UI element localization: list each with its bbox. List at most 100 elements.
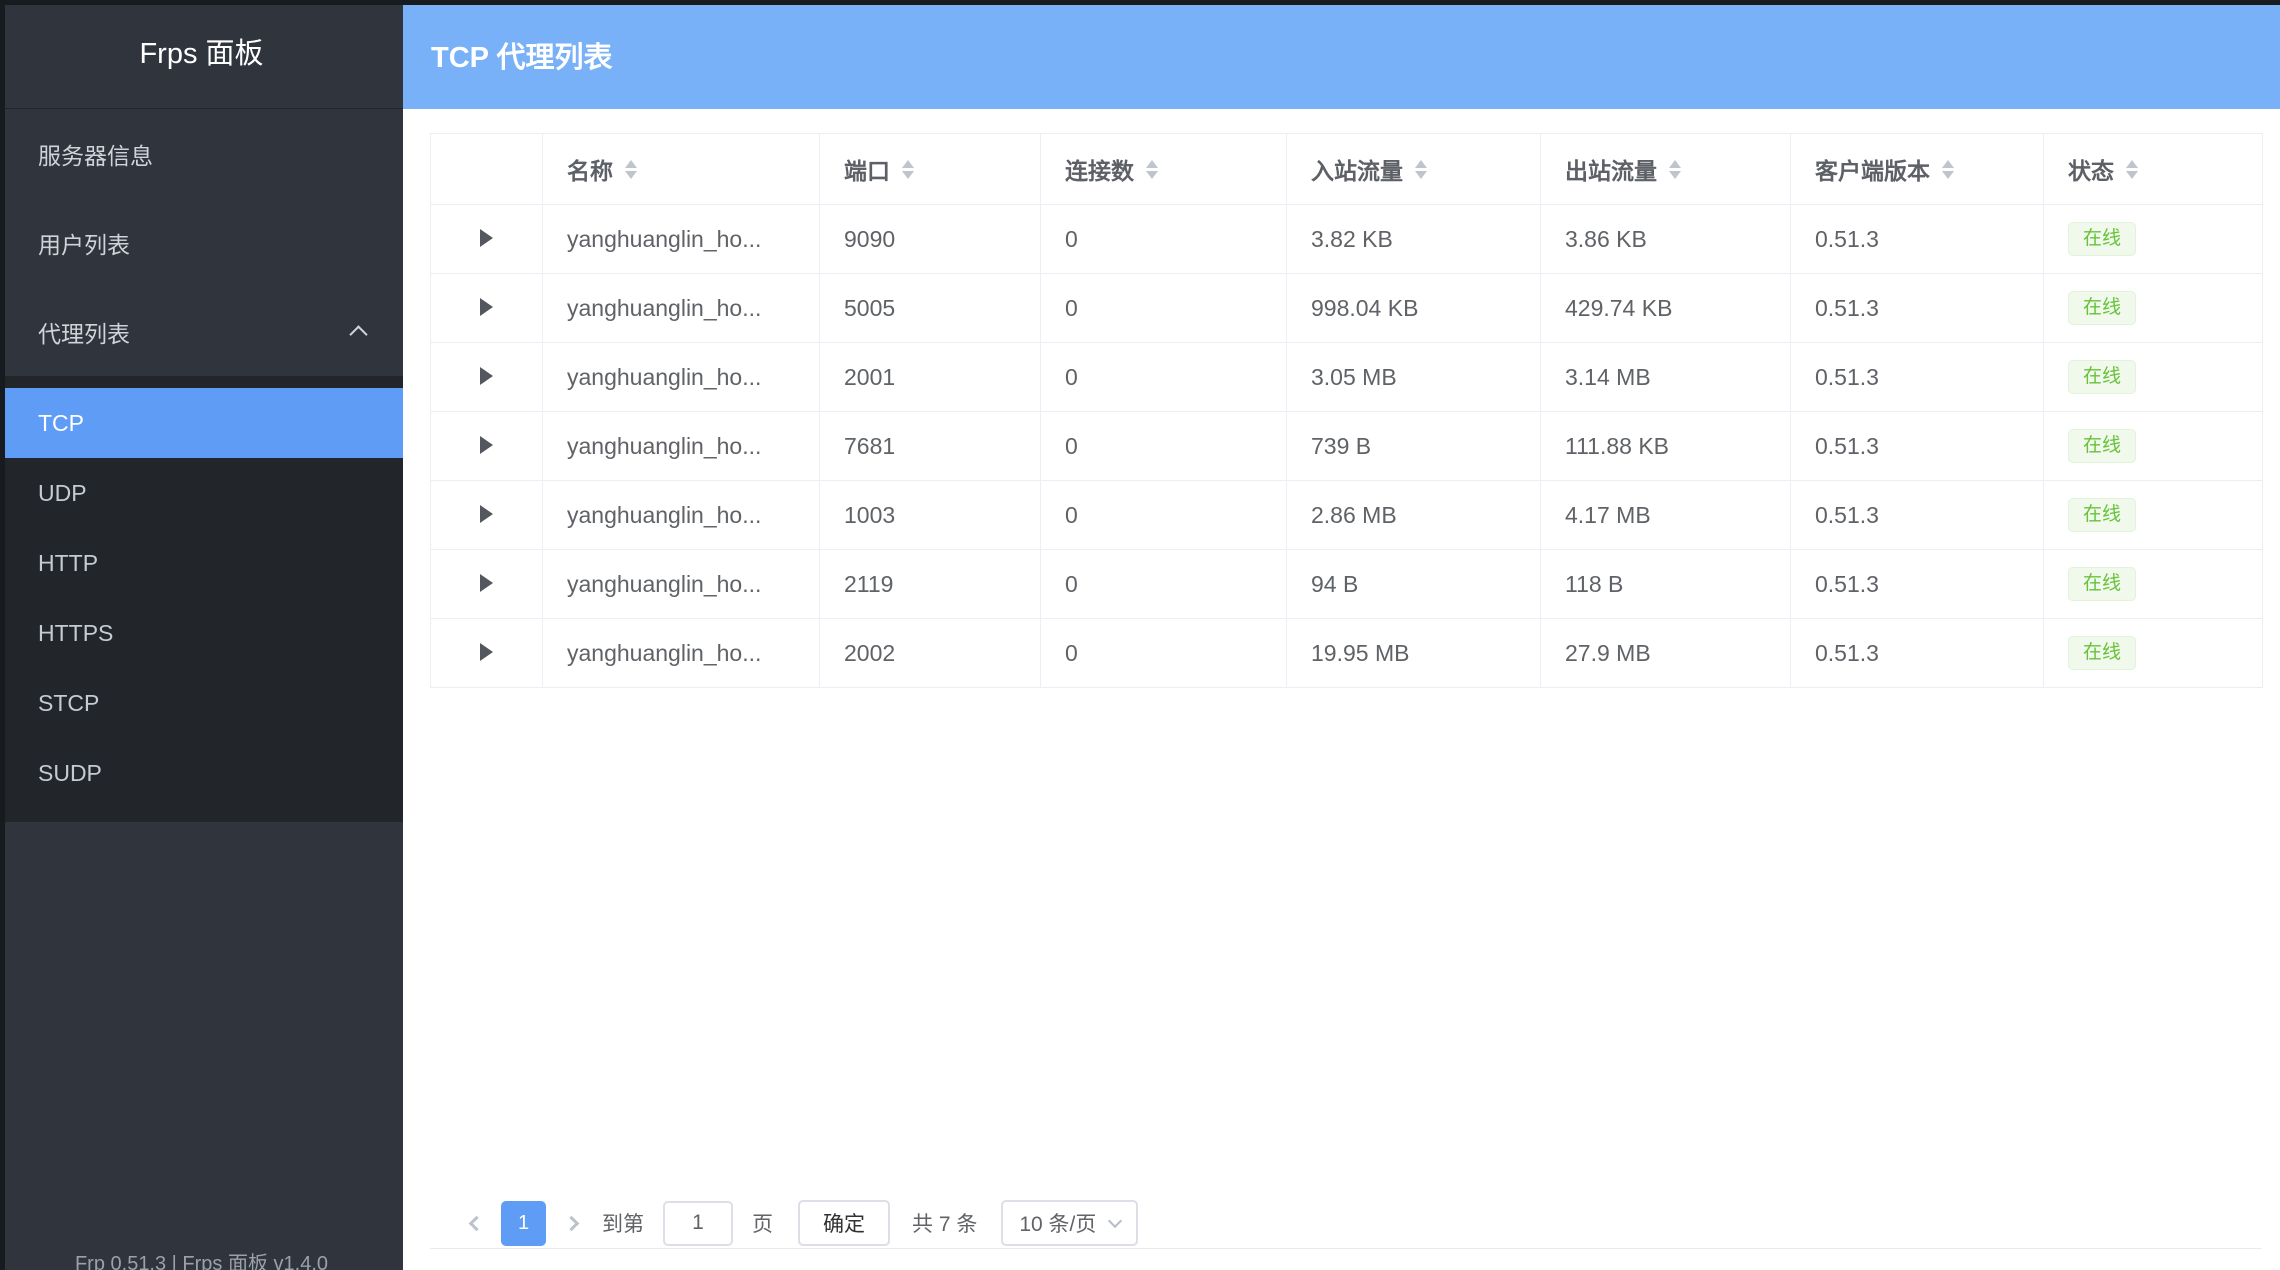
column-header-label: 状态 [2068, 152, 2114, 186]
cell-name: yanghuanglin_ho... [543, 343, 820, 412]
cell-traffic-in: 2.86 MB [1287, 481, 1541, 550]
sort-control[interactable] [1669, 160, 1681, 179]
cell-traffic-in: 3.82 KB [1287, 205, 1541, 274]
cell-traffic-in: 739 B [1287, 412, 1541, 481]
status-badge: 在线 [2068, 222, 2136, 256]
sort-caret-down-icon[interactable] [1146, 171, 1158, 179]
prev-page-button[interactable] [455, 1200, 497, 1246]
sort-caret-up-icon[interactable] [1415, 160, 1427, 168]
sort-caret-up-icon[interactable] [625, 160, 637, 168]
sort-caret-up-icon[interactable] [1942, 160, 1954, 168]
cell-traffic-in: 3.05 MB [1287, 343, 1541, 412]
column-header-port[interactable]: 端口 [820, 134, 1041, 205]
sidebar-item-stcp[interactable]: STCP [0, 668, 403, 738]
sidebar: Frps 面板 服务器信息 用户列表 代理列表 TCP UDP HTTP HTT… [0, 0, 403, 1270]
column-header-traffic-out[interactable]: 出站流量 [1541, 134, 1791, 205]
table-row: yanghuanglin_ho... 9090 0 3.82 KB 3.86 K… [431, 205, 2263, 274]
sidebar-item-proxy-list[interactable]: 代理列表 [0, 287, 403, 376]
sort-caret-down-icon[interactable] [1669, 171, 1681, 179]
cell-port: 2001 [820, 343, 1041, 412]
column-header-label: 名称 [567, 152, 613, 186]
sort-control[interactable] [1146, 160, 1158, 179]
sort-control[interactable] [902, 160, 914, 179]
sort-caret-up-icon[interactable] [902, 160, 914, 168]
cell-port: 7681 [820, 412, 1041, 481]
sort-control[interactable] [1942, 160, 1954, 179]
cell-traffic-out: 3.14 MB [1541, 343, 1791, 412]
sort-control[interactable] [2126, 160, 2138, 179]
sidebar-item-https[interactable]: HTTPS [0, 598, 403, 668]
cell-status: 在线 [2044, 412, 2263, 481]
table-row: yanghuanglin_ho... 7681 0 739 B 111.88 K… [431, 412, 2263, 481]
column-header-client-version[interactable]: 客户端版本 [1791, 134, 2044, 205]
table-row: yanghuanglin_ho... 5005 0 998.04 KB 429.… [431, 274, 2263, 343]
cell-client-version: 0.51.3 [1791, 550, 2044, 619]
cell-status: 在线 [2044, 205, 2263, 274]
sort-caret-down-icon[interactable] [625, 171, 637, 179]
column-header-status[interactable]: 状态 [2044, 134, 2263, 205]
page-jump-input[interactable] [663, 1201, 733, 1246]
page-size-value: 10 条/页 [1019, 1208, 1096, 1238]
table-row: yanghuanglin_ho... 2002 0 19.95 MB 27.9 … [431, 619, 2263, 688]
status-badge: 在线 [2068, 567, 2136, 601]
next-page-button[interactable] [550, 1200, 592, 1246]
expand-row-icon[interactable] [480, 367, 493, 385]
cell-name: yanghuanglin_ho... [543, 619, 820, 688]
cell-traffic-out: 429.74 KB [1541, 274, 1791, 343]
column-header-name[interactable]: 名称 [543, 134, 820, 205]
cell-name: yanghuanglin_ho... [543, 550, 820, 619]
proxy-submenu: TCP UDP HTTP HTTPS STCP SUDP [0, 376, 403, 822]
sort-control[interactable] [1415, 160, 1427, 179]
sort-caret-up-icon[interactable] [2126, 160, 2138, 168]
expand-row-icon[interactable] [480, 436, 493, 454]
cell-traffic-out: 111.88 KB [1541, 412, 1791, 481]
expand-row-icon[interactable] [480, 298, 493, 316]
sort-caret-down-icon[interactable] [1942, 171, 1954, 179]
sort-caret-down-icon[interactable] [902, 171, 914, 179]
chevron-down-icon [1108, 1213, 1122, 1227]
cell-status: 在线 [2044, 274, 2263, 343]
page-number-button[interactable]: 1 [501, 1201, 546, 1246]
page-unit-label: 页 [752, 1208, 773, 1238]
expand-row-icon[interactable] [480, 229, 493, 247]
cell-client-version: 0.51.3 [1791, 412, 2044, 481]
sidebar-item-server-info[interactable]: 服务器信息 [0, 109, 403, 198]
cell-connections: 0 [1041, 205, 1287, 274]
cell-client-version: 0.51.3 [1791, 274, 2044, 343]
window-edge-left [0, 0, 5, 1270]
column-header-connections[interactable]: 连接数 [1041, 134, 1287, 205]
expand-row-icon[interactable] [480, 574, 493, 592]
column-header-label: 客户端版本 [1815, 152, 1930, 186]
table-header-row: 名称 端口 连接数 入站流量 出站流量 客户端版本 状态 [431, 134, 2263, 205]
expand-row-icon[interactable] [480, 505, 493, 523]
column-header-label: 端口 [844, 152, 890, 186]
proxy-table: 名称 端口 连接数 入站流量 出站流量 客户端版本 状态 yanghuangli… [430, 133, 2263, 688]
sidebar-item-udp[interactable]: UDP [0, 458, 403, 528]
cell-connections: 0 [1041, 343, 1287, 412]
column-header-label: 入站流量 [1311, 152, 1403, 186]
status-badge: 在线 [2068, 360, 2136, 394]
column-header-traffic-in[interactable]: 入站流量 [1287, 134, 1541, 205]
sidebar-item-http[interactable]: HTTP [0, 528, 403, 598]
expand-row-icon[interactable] [480, 643, 493, 661]
cell-port: 9090 [820, 205, 1041, 274]
page-size-select[interactable]: 10 条/页 [1001, 1200, 1138, 1246]
cell-status: 在线 [2044, 343, 2263, 412]
sidebar-item-sudp[interactable]: SUDP [0, 738, 403, 808]
table-row: yanghuanglin_ho... 1003 0 2.86 MB 4.17 M… [431, 481, 2263, 550]
sort-caret-down-icon[interactable] [1415, 171, 1427, 179]
sort-caret-up-icon[interactable] [1669, 160, 1681, 168]
sort-caret-down-icon[interactable] [2126, 171, 2138, 179]
sort-caret-up-icon[interactable] [1146, 160, 1158, 168]
cell-traffic-out: 3.86 KB [1541, 205, 1791, 274]
sidebar-item-user-list[interactable]: 用户列表 [0, 198, 403, 287]
confirm-button[interactable]: 确定 [798, 1200, 890, 1246]
cell-traffic-out: 27.9 MB [1541, 619, 1791, 688]
cell-port: 2119 [820, 550, 1041, 619]
sort-control[interactable] [625, 160, 637, 179]
sidebar-item-tcp[interactable]: TCP [0, 388, 403, 458]
status-badge: 在线 [2068, 498, 2136, 532]
version-footer: Frp 0.51.3 | Frps 面板 v1.4.0 [0, 1247, 403, 1270]
pagination: 1 到第 页 确定 共 7 条 10 条/页 [455, 1200, 1138, 1246]
chevron-up-icon [349, 325, 367, 343]
